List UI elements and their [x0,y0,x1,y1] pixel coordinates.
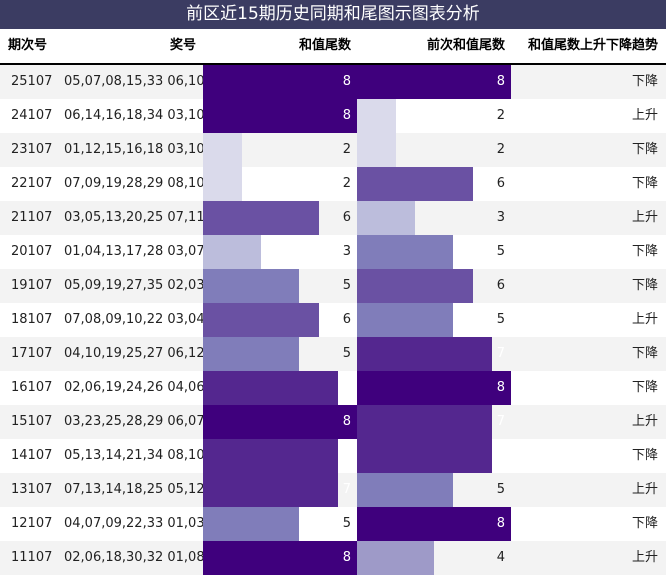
numbers-cell: 07,08,09,10,22 03,04 [64,312,205,327]
period-cell: 19107 [11,278,53,293]
period-cell: 24107 [11,108,53,123]
period-cell: 13107 [11,482,53,497]
period-cell: 25107 [11,74,53,89]
prev-tail-value-label: 5 [496,482,505,497]
prev-tail-value-label: 8 [496,74,505,89]
prev-tail-value-label: 5 [496,244,505,259]
prev-tail-value-label: 2 [496,142,505,157]
trend-cell: 上升 [631,482,658,497]
numbers-cell: 07,09,19,28,29 08,10 [64,176,205,191]
trend-cell: 下降 [631,346,658,361]
numbers-cell: 02,06,19,24,26 04,06 [64,380,205,395]
prev-tail-value-label: 2 [496,108,505,123]
period-cell: 12107 [11,516,53,531]
table-row: 11107 02,06,18,30,32 01,08 8 4 上升 [0,541,666,575]
numbers-cell: 05,09,19,27,35 02,03 [64,278,205,293]
numbers-cell: 07,13,14,18,25 05,12 [64,482,205,497]
table-row: 16107 02,06,19,24,26 04,06 7 8 下降 [0,371,666,405]
trend-cell: 上升 [631,414,658,429]
prev-tail-value-label: 8 [496,380,505,395]
numbers-cell: 05,07,08,15,33 06,10 [64,74,205,89]
table-row: 14107 05,13,14,21,34 08,10 7 7 下降 [0,439,666,473]
tail-value-label: 5 [342,346,351,361]
prev-tail-value-label: 6 [496,176,505,191]
numbers-cell: 03,05,13,20,25 07,11 [64,210,205,225]
numbers-cell: 03,23,25,28,29 06,07 [64,414,205,429]
tail-value-label: 5 [342,516,351,531]
trend-cell: 下降 [631,278,658,293]
table-row: 25107 05,07,08,15,33 06,10 8 8 下降 [0,65,666,99]
table-row: 12107 04,07,09,22,33 01,03 5 8 下降 [0,507,666,541]
period-cell: 14107 [11,448,53,463]
tail-value-label: 7 [342,448,351,463]
table-row: 13107 07,13,14,18,25 05,12 7 5 上升 [0,473,666,507]
table-row: 15107 03,23,25,28,29 06,07 8 7 上升 [0,405,666,439]
trend-cell: 上升 [631,312,658,327]
tail-value-label: 6 [342,312,351,327]
header-trend: 和值尾数上升下降趋势 [527,38,658,53]
trend-cell: 上升 [631,210,658,225]
table-row: 24107 06,14,16,18,34 03,10 8 2 上升 [0,99,666,133]
table-row: 17107 04,10,19,25,27 06,12 5 7 下降 [0,337,666,371]
table-row: 23107 01,12,15,16,18 03,10 2 2 下降 [0,133,666,167]
header-prev-tail: 前次和值尾数 [426,38,505,53]
tail-value-label: 6 [342,210,351,225]
numbers-cell: 06,14,16,18,34 03,10 [64,108,205,123]
tail-value-label: 8 [342,108,351,123]
trend-cell: 上升 [631,108,658,123]
trend-cell: 下降 [631,176,658,191]
numbers-cell: 01,12,15,16,18 03,10 [64,142,205,157]
tail-value-label: 8 [342,550,351,565]
prev-tail-value-label: 8 [496,516,505,531]
period-cell: 17107 [11,346,53,361]
trend-cell: 上升 [631,550,658,565]
numbers-cell: 01,04,13,17,28 03,07 [64,244,205,259]
period-cell: 21107 [11,210,53,225]
table-row: 18107 07,08,09,10,22 03,04 6 5 上升 [0,303,666,337]
trend-cell: 下降 [631,448,658,463]
header-tail: 和值尾数 [298,38,351,53]
period-cell: 11107 [11,550,53,565]
numbers-cell: 04,07,09,22,33 01,03 [64,516,205,531]
period-cell: 16107 [11,380,53,395]
period-cell: 20107 [11,244,53,259]
chart-frame: 前区近15期历史同期和尾图示图表分析 期次号 奖号 和值尾数 前次和值尾数 和值… [0,0,666,575]
table-row: 20107 01,04,13,17,28 03,07 3 5 下降 [0,235,666,269]
trend-cell: 下降 [631,142,658,157]
prev-tail-value-label: 7 [496,346,505,361]
tail-value-label: 7 [342,482,351,497]
period-cell: 18107 [11,312,53,327]
numbers-cell: 02,06,18,30,32 01,08 [64,550,205,565]
tail-value-label: 3 [342,244,351,259]
tail-value-label: 2 [342,176,351,191]
tail-value-label: 2 [342,142,351,157]
table-row: 19107 05,09,19,27,35 02,03 5 6 下降 [0,269,666,303]
prev-tail-value-label: 4 [496,550,505,565]
prev-tail-value-label: 7 [496,448,505,463]
numbers-cell: 05,13,14,21,34 08,10 [64,448,205,463]
chart-title: 前区近15期历史同期和尾图示图表分析 [0,0,666,29]
tail-value-label: 5 [342,278,351,293]
trend-cell: 下降 [631,74,658,89]
period-cell: 22107 [11,176,53,191]
trend-cell: 下降 [631,516,658,531]
trend-cell: 下降 [631,380,658,395]
prev-tail-value-label: 5 [496,312,505,327]
prev-tail-value-label: 6 [496,278,505,293]
numbers-cell: 04,10,19,25,27 06,12 [64,346,205,361]
prev-tail-value-label: 7 [496,414,505,429]
trend-cell: 下降 [631,244,658,259]
header-period: 期次号 [8,38,48,53]
tail-value-label: 8 [342,74,351,89]
period-cell: 23107 [11,142,53,157]
tail-value-label: 8 [342,414,351,429]
table-row: 21107 03,05,13,20,25 07,11 6 3 上升 [0,201,666,235]
period-cell: 15107 [11,414,53,429]
table-row: 22107 07,09,19,28,29 08,10 2 6 下降 [0,167,666,201]
header-numbers: 奖号 [169,38,196,53]
prev-tail-value-label: 3 [496,210,505,225]
tail-value-label: 7 [342,380,351,395]
